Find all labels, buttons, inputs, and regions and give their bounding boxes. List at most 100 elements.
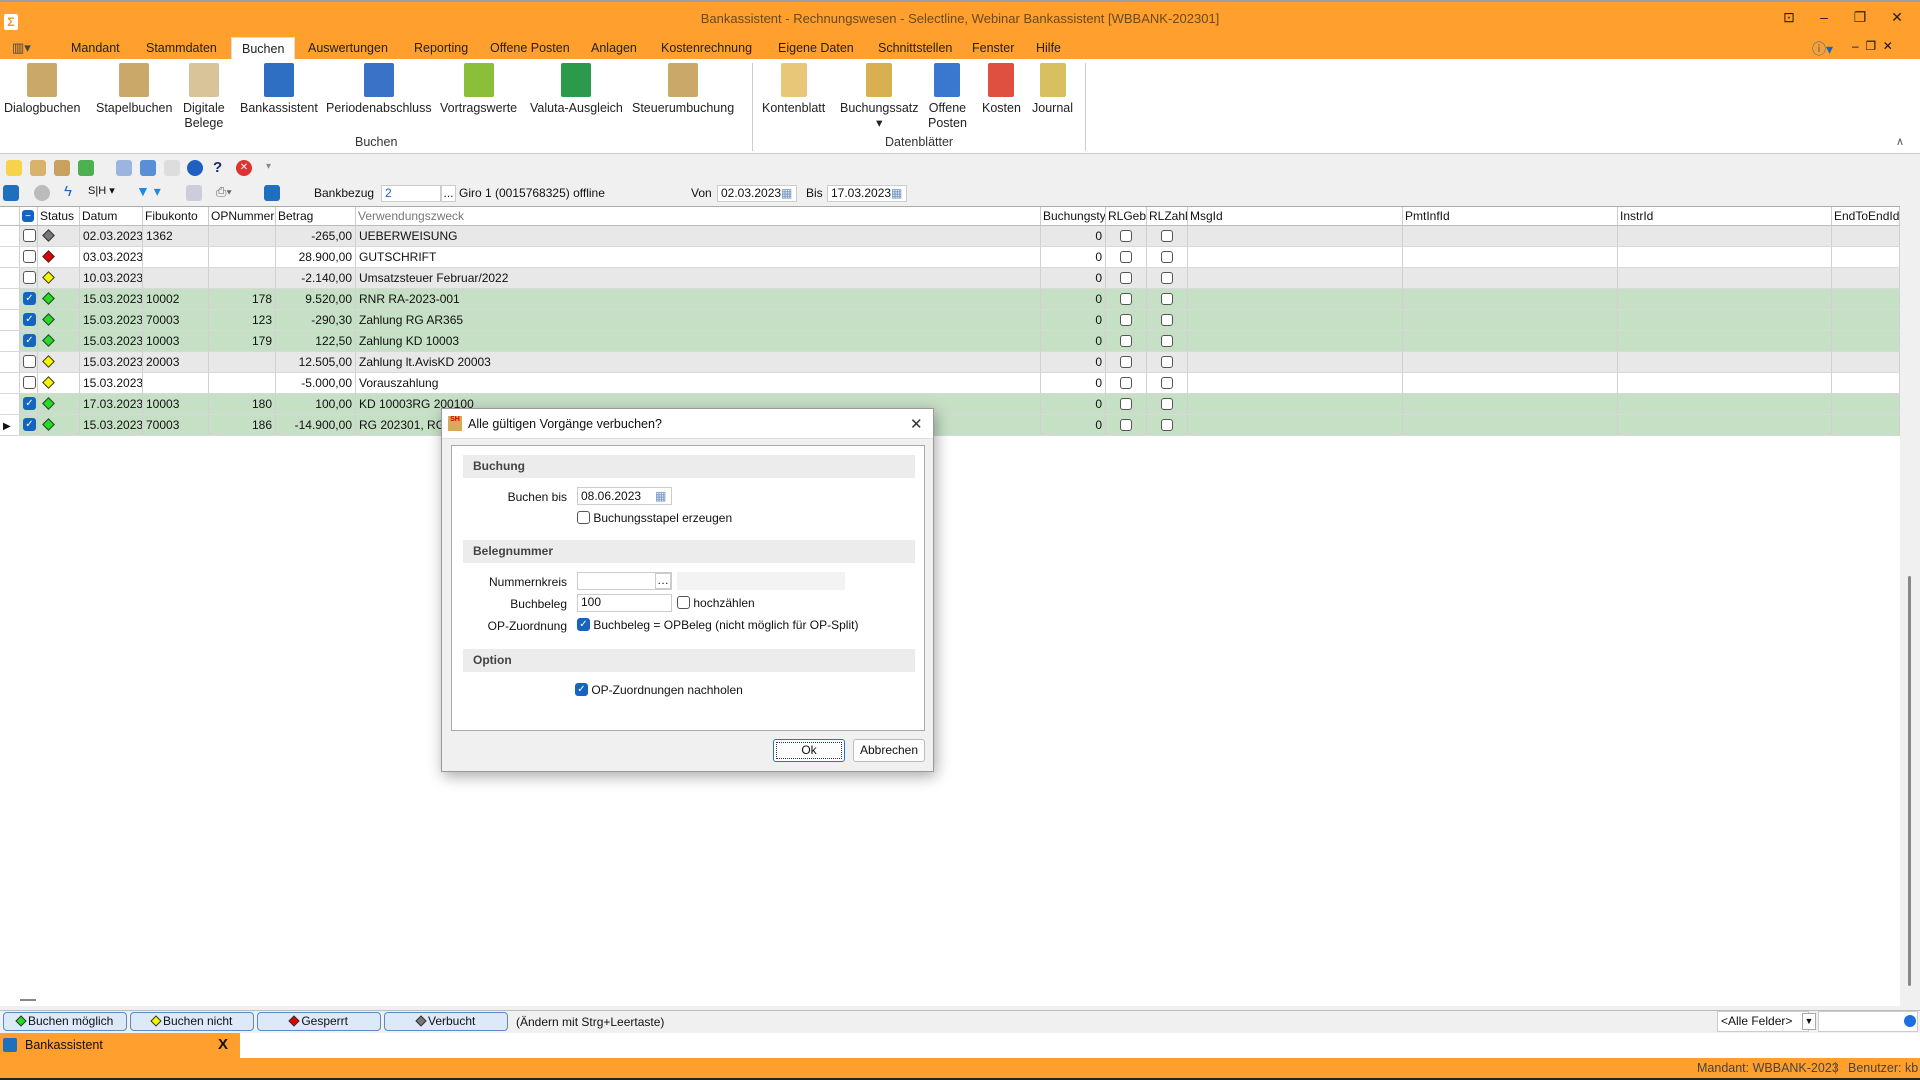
op-nachholen-checkbox[interactable]: ✓ OP-Zuordnungen nachholen bbox=[575, 683, 743, 697]
table-row[interactable]: 03.03.2023 28.900,00 GUTSCHRIFT 0 bbox=[0, 247, 1900, 268]
maximize-button[interactable]: ❐ bbox=[1848, 9, 1872, 29]
table-row[interactable]: ▶ ✓ 15.03.2023 70003 186 -14.900,00 RG 202301,… bbox=[0, 415, 1900, 436]
globe-icon[interactable] bbox=[187, 160, 203, 176]
row-checkbox[interactable]: ✓ bbox=[20, 415, 38, 435]
tab-close-icon[interactable]: X bbox=[218, 1036, 228, 1053]
column-header-rlzahlung[interactable]: RLZahlung bbox=[1147, 207, 1188, 226]
rlgebuehr-cell[interactable] bbox=[1106, 310, 1147, 330]
restore-layout-icon[interactable]: ⊡ bbox=[1777, 9, 1801, 29]
ribbon-periodenabschluss-button[interactable]: Periodenabschluss bbox=[326, 63, 432, 116]
column-header-status[interactable]: Status bbox=[38, 207, 80, 226]
search-input[interactable] bbox=[1818, 1011, 1918, 1032]
row-checkbox[interactable]: ✓ bbox=[20, 394, 38, 414]
rlzahlung-cell[interactable] bbox=[1147, 268, 1188, 288]
column-header-pmtinfid[interactable]: PmtInfId bbox=[1403, 207, 1618, 226]
row-checkbox[interactable]: ✓ bbox=[20, 310, 38, 330]
row-checkbox[interactable] bbox=[20, 226, 38, 246]
row-checkbox[interactable]: ✓ bbox=[20, 289, 38, 309]
calendar-icon[interactable]: ▦ bbox=[891, 186, 902, 200]
ribbon-buchungssatz-button[interactable]: Buchungssatz ▾ bbox=[840, 63, 919, 131]
menu-anlagen[interactable]: Anlagen bbox=[581, 37, 647, 59]
table-row[interactable]: ✓ 15.03.2023 70003 123 -290,30 Zahlung RG AR3… bbox=[0, 310, 1900, 331]
ribbon-offene-posten-button[interactable]: Offene Posten bbox=[928, 63, 967, 131]
search-go-icon[interactable] bbox=[1904, 1015, 1916, 1027]
menu-buchen[interactable]: Buchen bbox=[231, 37, 296, 59]
scrollbar-thumb[interactable] bbox=[1908, 576, 1911, 986]
sh-dropdown-icon[interactable]: S|H ▾ bbox=[88, 184, 115, 197]
vertical-scrollbar[interactable] bbox=[1900, 206, 1920, 1006]
calendar-icon[interactable]: ▦ bbox=[781, 186, 792, 200]
rlzahlung-cell[interactable] bbox=[1147, 415, 1188, 435]
rlgebuehr-cell[interactable] bbox=[1106, 247, 1147, 267]
buchungsstapel-checkbox[interactable]: Buchungsstapel erzeugen bbox=[577, 511, 732, 525]
settings-icon[interactable] bbox=[34, 185, 50, 201]
bank-icon[interactable] bbox=[3, 185, 19, 201]
quick-menu-icon[interactable]: ▥▾ bbox=[12, 40, 42, 56]
rlgebuehr-cell[interactable] bbox=[1106, 373, 1147, 393]
filter-icon[interactable]: ▼ ▾ bbox=[136, 183, 161, 200]
column-header-msgid[interactable]: MsgId bbox=[1188, 207, 1403, 226]
op-zuordnung-checkbox[interactable]: ✓ Buchbeleg = OPBeleg (nicht möglich für… bbox=[577, 618, 858, 632]
rlgebuehr-cell[interactable] bbox=[1106, 394, 1147, 414]
row-checkbox[interactable] bbox=[20, 352, 38, 372]
column-header-rlgebühr[interactable]: RLGebühr bbox=[1106, 207, 1147, 226]
column-header-datum[interactable]: Datum bbox=[80, 207, 143, 226]
column-header-instrid[interactable]: InstrId bbox=[1618, 207, 1832, 226]
copy-icon[interactable] bbox=[164, 160, 180, 176]
collapse-ribbon-icon[interactable]: ∧ bbox=[1896, 135, 1904, 148]
nummernkreis-browse-button[interactable]: … bbox=[655, 573, 671, 589]
folder-open-icon[interactable] bbox=[140, 160, 156, 176]
rlzahlung-cell[interactable] bbox=[1147, 310, 1188, 330]
menu-auswertungen[interactable]: Auswertungen bbox=[298, 37, 398, 59]
dialog-close-button[interactable]: ✕ bbox=[910, 415, 923, 433]
ribbon-dialogbuchen-button[interactable]: Dialogbuchen bbox=[4, 63, 80, 116]
row-checkbox[interactable]: ✓ bbox=[20, 331, 38, 351]
legend-buchen-nicht-moeglich[interactable]: Buchen nicht möglich bbox=[130, 1012, 254, 1045]
rlzahlung-cell[interactable] bbox=[1147, 226, 1188, 246]
menu-offene-posten[interactable]: Offene Posten bbox=[480, 37, 580, 59]
column-header-buchungstyp[interactable]: Buchungstyp bbox=[1041, 207, 1106, 226]
legend-buchen-moeglich[interactable]: Buchen möglich bbox=[3, 1012, 127, 1031]
minimize-button[interactable]: – bbox=[1812, 9, 1836, 29]
ribbon-digitale-belege-button[interactable]: Digitale Belege bbox=[183, 63, 225, 131]
rlgebuehr-cell[interactable] bbox=[1106, 331, 1147, 351]
tab-bankassistent[interactable]: Bankassistent X bbox=[0, 1033, 240, 1058]
help-icon[interactable]: ? bbox=[213, 159, 222, 176]
table-row[interactable]: 15.03.2023 20003 12.505,00 Zahlung lt.AvisK… bbox=[0, 352, 1900, 373]
buchbeleg-input[interactable]: 100 bbox=[577, 594, 672, 612]
rlzahlung-cell[interactable] bbox=[1147, 331, 1188, 351]
menu-hilfe[interactable]: Hilfe bbox=[1026, 37, 1071, 59]
ribbon-valuta-ausgleich-button[interactable]: Valuta-Ausgleich bbox=[530, 63, 623, 116]
field-select[interactable]: <Alle Felder> bbox=[1717, 1011, 1809, 1032]
sh-booking-icon[interactable] bbox=[54, 160, 70, 176]
column-header-verwendungszweck[interactable]: Verwendungszweck bbox=[356, 207, 1041, 226]
bankbezug-input[interactable]: 2 bbox=[381, 185, 441, 202]
book-icon[interactable] bbox=[264, 185, 280, 201]
select-all-checkbox[interactable]: − bbox=[20, 207, 38, 226]
ribbon-bankassistent-button[interactable]: Bankassistent bbox=[240, 63, 318, 116]
open-folder-icon[interactable] bbox=[30, 160, 46, 176]
rlzahlung-cell[interactable] bbox=[1147, 394, 1188, 414]
ribbon-steuerumbuchung-button[interactable]: Steuerumbuchung bbox=[632, 63, 734, 116]
row-checkbox[interactable] bbox=[20, 373, 38, 393]
splitter-handle[interactable] bbox=[20, 999, 36, 1001]
calendar-icon[interactable]: ▦ bbox=[655, 489, 666, 503]
rlgebuehr-cell[interactable] bbox=[1106, 289, 1147, 309]
rlgebuehr-cell[interactable] bbox=[1106, 268, 1147, 288]
rlzahlung-cell[interactable] bbox=[1147, 289, 1188, 309]
menu-fenster[interactable]: Fenster bbox=[962, 37, 1024, 59]
customize-toolbar-icon[interactable]: ▾ bbox=[266, 161, 271, 172]
hochzaehlen-checkbox[interactable]: hochzählen bbox=[677, 596, 755, 610]
ribbon-stapelbuchen-button[interactable]: Stapelbuchen bbox=[96, 63, 172, 116]
menu-reporting[interactable]: Reporting bbox=[404, 37, 478, 59]
menu-kostenrechnung[interactable]: Kostenrechnung bbox=[651, 37, 762, 59]
legend-verbucht[interactable]: Verbucht bbox=[384, 1012, 508, 1031]
menu-stammdaten[interactable]: Stammdaten bbox=[136, 37, 227, 59]
close-button[interactable]: ✕ bbox=[1885, 9, 1909, 29]
table-row[interactable]: 02.03.2023 1362 -265,00 UEBERWEISUNG 0 bbox=[0, 226, 1900, 247]
column-header-opnummer[interactable]: OPNummer bbox=[209, 207, 276, 226]
table-row[interactable]: ✓ 15.03.2023 10003 179 122,50 Zahlung KD 1000… bbox=[0, 331, 1900, 352]
rlgebuehr-cell[interactable] bbox=[1106, 226, 1147, 246]
table-row[interactable]: 15.03.2023 -5.000,00 Vorauszahlung 0 bbox=[0, 373, 1900, 394]
info-icon[interactable]: ⓘ▾ bbox=[1812, 39, 1833, 59]
